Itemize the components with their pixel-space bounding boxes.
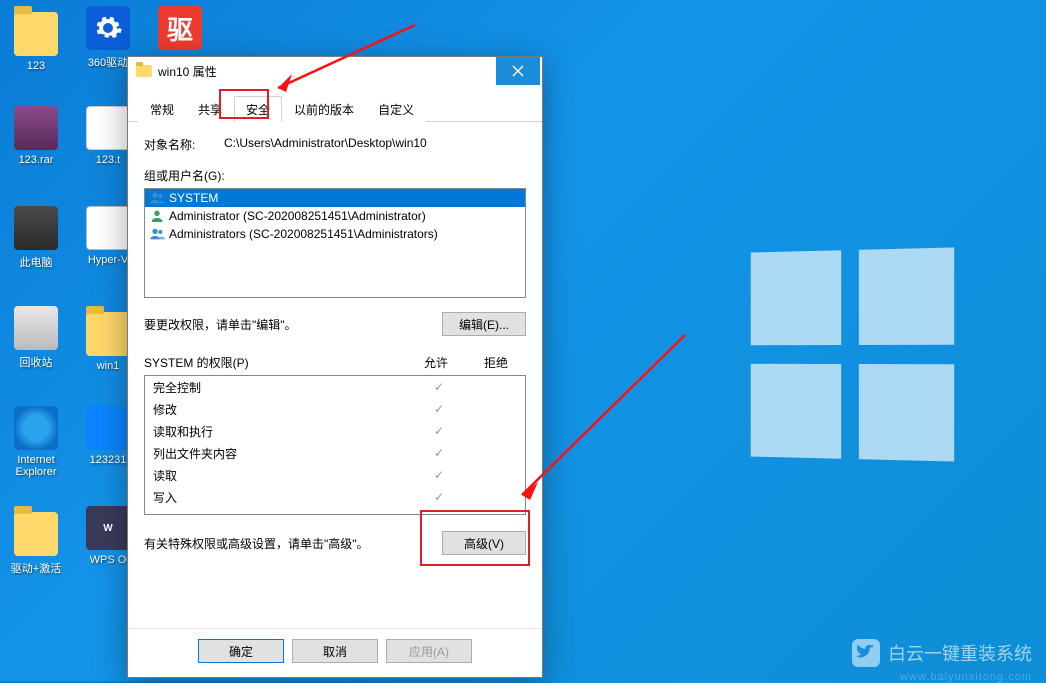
desktop-icon-label: win1 bbox=[97, 360, 120, 372]
desktop-icon[interactable]: Internet Explorer bbox=[0, 402, 72, 502]
folder-icon bbox=[14, 12, 58, 56]
close-button[interactable] bbox=[496, 57, 540, 85]
edit-button[interactable]: 编辑(E)... bbox=[442, 312, 526, 336]
permission-allow: ✓ bbox=[413, 468, 465, 482]
permission-row: 列出文件夹内容✓ bbox=[145, 442, 525, 464]
permission-name: 写入 bbox=[153, 489, 413, 506]
group-item-label: Administrators (SC-202008251451\Administ… bbox=[169, 227, 438, 241]
desktop-icon[interactable]: 123 bbox=[0, 2, 72, 102]
folder-icon bbox=[14, 512, 58, 556]
folder-icon bbox=[136, 65, 152, 77]
tab-3[interactable]: 以前的版本 bbox=[282, 96, 366, 122]
tab-0[interactable]: 常规 bbox=[138, 96, 186, 122]
permission-name: 完全控制 bbox=[153, 379, 413, 396]
ok-button[interactable]: 确定 bbox=[198, 639, 284, 663]
edit-hint: 要更改权限，请单击"编辑"。 bbox=[144, 316, 297, 333]
permission-allow: ✓ bbox=[413, 446, 465, 460]
desktop-icon[interactable]: 此电脑 bbox=[0, 202, 72, 302]
desktop-icon-label: 回收站 bbox=[20, 354, 53, 370]
permission-allow: ✓ bbox=[413, 490, 465, 504]
dialog-button-row: 确定 取消 应用(A) bbox=[128, 628, 542, 677]
group-item-label: Administrator (SC-202008251451\Administr… bbox=[169, 209, 426, 223]
tab-bar: 常规共享安全以前的版本自定义 bbox=[128, 85, 542, 122]
apply-button[interactable]: 应用(A) bbox=[386, 639, 472, 663]
permissions-title: SYSTEM 的权限(P) bbox=[144, 354, 406, 371]
group-item[interactable]: SYSTEM bbox=[145, 189, 525, 207]
pc-icon bbox=[14, 206, 58, 250]
permission-name: 读取和执行 bbox=[153, 423, 413, 440]
permission-row: 读取✓ bbox=[145, 464, 525, 486]
windows-logo bbox=[751, 247, 957, 462]
permission-row: 写入✓ bbox=[145, 486, 525, 508]
permission-name: 列出文件夹内容 bbox=[153, 445, 413, 462]
permission-row: 修改✓ bbox=[145, 398, 525, 420]
rar-icon bbox=[14, 106, 58, 150]
desktop-icon-label: 123.rar bbox=[19, 154, 54, 166]
desktop-icon-label: 123.t bbox=[96, 154, 120, 166]
watermark-icon bbox=[852, 639, 880, 667]
desktop-icon-label: WPS O bbox=[90, 554, 127, 566]
permission-allow: ✓ bbox=[413, 424, 465, 438]
tab-4[interactable]: 自定义 bbox=[366, 96, 426, 122]
advanced-hint: 有关特殊权限或高级设置，请单击"高级"。 bbox=[144, 535, 369, 552]
watermark: 白云一键重装系统 bbox=[852, 639, 1032, 667]
folder-icon bbox=[86, 312, 130, 356]
dialog-body: 对象名称: C:\Users\Administrator\Desktop\win… bbox=[128, 122, 542, 628]
qu-icon: 驱 bbox=[158, 6, 202, 50]
txt-icon bbox=[86, 106, 130, 150]
deny-header: 拒绝 bbox=[466, 354, 526, 371]
desktop-icon-label: 此电脑 bbox=[20, 254, 53, 270]
user-icon bbox=[149, 208, 165, 224]
desktop-icon-label: 360驱动 bbox=[88, 54, 128, 70]
allow-header: 允许 bbox=[406, 354, 466, 371]
permission-row: 读取和执行✓ bbox=[145, 420, 525, 442]
group-item[interactable]: Administrator (SC-202008251451\Administr… bbox=[145, 207, 525, 225]
hv-icon bbox=[86, 206, 130, 250]
desktop-icon[interactable]: 回收站 bbox=[0, 302, 72, 402]
desktop-icon-label: 驱动+激活 bbox=[11, 560, 61, 576]
permissions-list: 完全控制✓修改✓读取和执行✓列出文件夹内容✓读取✓写入✓ bbox=[144, 375, 526, 515]
watermark-url: www.baiyunxitong.com bbox=[900, 671, 1032, 683]
group-users-label: 组或用户名(G): bbox=[144, 167, 526, 184]
permission-allow: ✓ bbox=[413, 380, 465, 394]
tab-2[interactable]: 安全 bbox=[234, 96, 282, 122]
desktop-icon-label: Hyper-V bbox=[88, 254, 128, 266]
watermark-text: 白云一键重装系统 bbox=[888, 640, 1032, 666]
object-name-label: 对象名称: bbox=[144, 136, 224, 153]
desktop-icon-label: Internet Explorer bbox=[2, 454, 70, 478]
dialog-titlebar[interactable]: win10 属性 bbox=[128, 57, 542, 85]
object-name-value: C:\Users\Administrator\Desktop\win10 bbox=[224, 136, 526, 150]
group-item-label: SYSTEM bbox=[169, 191, 218, 205]
desktop-icon[interactable]: 驱动+激活 bbox=[0, 502, 72, 602]
gear-icon bbox=[86, 6, 130, 50]
blue-icon bbox=[86, 406, 130, 450]
wps-icon: W bbox=[86, 506, 130, 550]
cancel-button[interactable]: 取消 bbox=[292, 639, 378, 663]
desktop-icon-label: 123 bbox=[27, 60, 45, 72]
properties-dialog: win10 属性 常规共享安全以前的版本自定义 对象名称: C:\Users\A… bbox=[127, 56, 543, 678]
tab-1[interactable]: 共享 bbox=[186, 96, 234, 122]
group-icon bbox=[149, 190, 165, 206]
advanced-button[interactable]: 高级(V) bbox=[442, 531, 526, 555]
permission-name: 读取 bbox=[153, 467, 413, 484]
ie-icon bbox=[14, 406, 58, 450]
permission-allow: ✓ bbox=[413, 402, 465, 416]
group-item[interactable]: Administrators (SC-202008251451\Administ… bbox=[145, 225, 525, 243]
dialog-title: win10 属性 bbox=[158, 63, 496, 80]
permission-name: 修改 bbox=[153, 401, 413, 418]
permission-row: 完全控制✓ bbox=[145, 376, 525, 398]
group-icon bbox=[149, 226, 165, 242]
desktop-icon-label: 123231 bbox=[90, 454, 127, 466]
bin-icon bbox=[14, 306, 58, 350]
desktop-icon[interactable]: 123.rar bbox=[0, 102, 72, 202]
group-users-list[interactable]: SYSTEM Administrator (SC-202008251451\Adm… bbox=[144, 188, 526, 298]
